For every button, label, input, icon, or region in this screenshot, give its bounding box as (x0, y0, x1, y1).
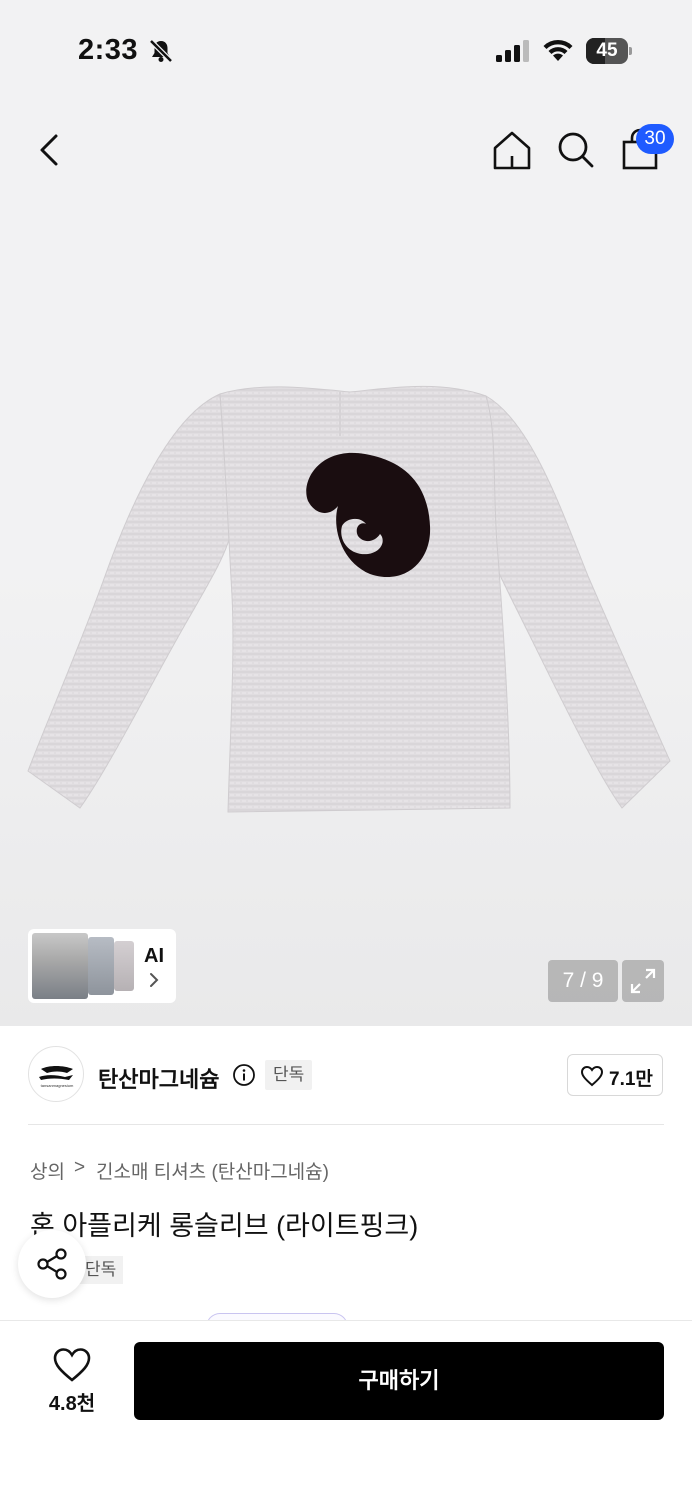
image-page-indicator: 7 / 9 (548, 960, 618, 1002)
brand-logo-text: tansanmagnesium (41, 1083, 74, 1088)
bell-slash-icon (149, 39, 173, 63)
wifi-icon (543, 39, 573, 61)
signal-icon (496, 40, 529, 62)
divider (28, 1124, 664, 1125)
breadcrumb-separator: > (74, 1157, 86, 1178)
expand-icon (630, 968, 656, 994)
brand-like-count: 7.1만 (609, 1069, 653, 1090)
like-count: 4.8천 (48, 1393, 96, 1415)
share-icon (37, 1248, 67, 1280)
thumbnail-photo (114, 941, 134, 991)
chevron-right-icon (150, 973, 159, 987)
back-icon[interactable] (30, 128, 70, 172)
breadcrumb-category[interactable]: 상의 (30, 1157, 65, 1184)
product-title: 혼 아플리케 롱슬리브 (라이트핑크) (30, 1211, 419, 1241)
brand-row[interactable]: tansanmagnesium 탄산마그네슘 단독 7.1만 (0, 1026, 692, 1126)
brand-name[interactable]: 탄산마그네슘 (98, 1062, 219, 1094)
brand-like-button[interactable]: 7.1만 (567, 1054, 663, 1096)
cart-count-badge: 30 (636, 124, 674, 154)
battery-level: 45 (596, 40, 618, 61)
heart-icon (580, 1065, 604, 1087)
info-icon[interactable] (232, 1063, 256, 1087)
search-icon[interactable] (554, 128, 598, 172)
home-icon[interactable] (490, 128, 534, 172)
breadcrumb-subcategory[interactable]: 긴소매 티셔츠 (탄산마그네슘) (96, 1157, 329, 1184)
bottom-action-bar: 4.8천 구매하기 (0, 1320, 692, 1500)
buy-button[interactable]: 구매하기 (134, 1342, 664, 1420)
expand-button[interactable] (622, 960, 664, 1002)
thumbnail-photo (32, 933, 88, 999)
product-gallery[interactable]: 2:33 45 30 AI 7 / 9 (0, 0, 692, 1026)
brand-logo[interactable]: tansanmagnesium (28, 1046, 84, 1102)
like-button[interactable]: 4.8천 (30, 1341, 114, 1423)
battery-indicator: 45 (586, 38, 632, 64)
thumbnail-photo (88, 937, 114, 995)
status-bar: 2:33 45 (0, 0, 692, 100)
share-button[interactable] (18, 1230, 86, 1298)
status-time: 2:33 (78, 34, 139, 66)
ai-styling-thumbnail[interactable]: AI (28, 929, 176, 1003)
exclusive-tag: 단독 (265, 1060, 313, 1090)
ai-label: AI (144, 945, 164, 967)
product-image[interactable] (20, 376, 680, 816)
heart-icon (53, 1348, 91, 1382)
